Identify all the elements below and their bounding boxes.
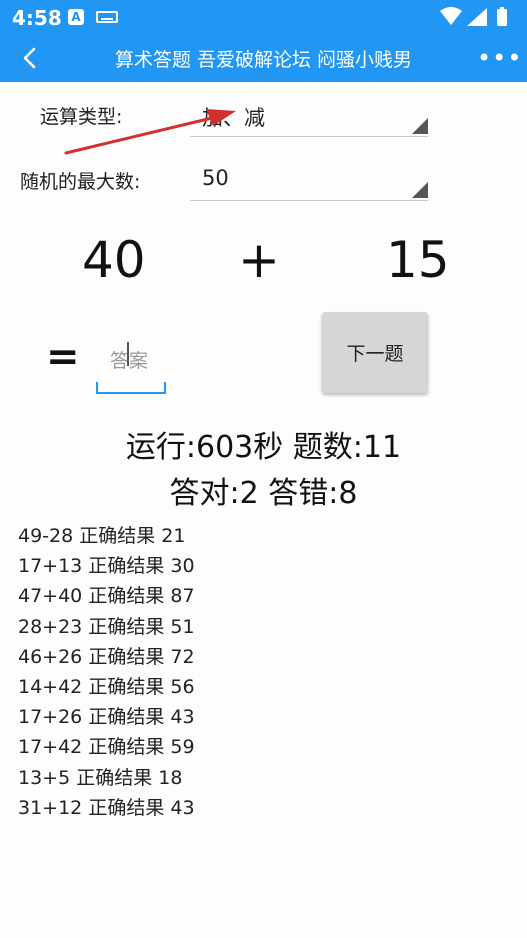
op-type-value: 加、减	[202, 106, 265, 130]
list-item: 13+5 正确结果 18	[18, 766, 183, 789]
status-bar: 4:58 A	[0, 0, 527, 34]
next-question-button[interactable]: 下一题	[322, 312, 428, 393]
dropdown-arrow-icon	[412, 182, 428, 198]
stats-correct-wrong: 答对:2 答错:8	[169, 476, 358, 511]
list-item: 17+42 正确结果 59	[18, 736, 195, 759]
text-caret	[127, 342, 129, 366]
list-item: 14+42 正确结果 56	[18, 675, 195, 698]
signal-icon	[467, 8, 487, 26]
list-item: 28+23 正确结果 51	[18, 615, 195, 638]
status-time: 4:58	[12, 6, 62, 30]
operand-left: 40	[82, 231, 146, 289]
max-number-spinner[interactable]: 50	[190, 160, 428, 201]
answer-history-list: 49-28 正确结果 21 17+13 正确结果 30 47+40 正确结果 8…	[18, 521, 195, 823]
status-icons	[440, 7, 507, 26]
list-item: 17+26 正确结果 43	[18, 706, 195, 729]
operator: +	[238, 231, 280, 289]
stats-runtime-count: 运行:603秒 题数:11	[125, 430, 402, 465]
list-item: 17+13 正确结果 30	[18, 555, 195, 578]
app-screen: 4:58 A 算术答题 吾爱破解论坛 闷骚小贱男 ••• 运算类型: 加、减 随…	[0, 0, 527, 938]
op-type-spinner[interactable]: 加、减	[190, 96, 428, 137]
list-item: 49-28 正确结果 21	[18, 525, 186, 547]
dropdown-arrow-icon	[412, 118, 428, 134]
op-type-label: 运算类型:	[40, 106, 123, 128]
keyboard-icon	[96, 11, 118, 23]
list-item: 31+12 正确结果 43	[18, 796, 195, 819]
battery-icon	[497, 9, 507, 26]
app-bar: 算术答题 吾爱破解论坛 闷骚小贱男 •••	[0, 34, 527, 82]
list-item: 46+26 正确结果 72	[18, 645, 195, 668]
equals-sign: =	[46, 334, 80, 380]
input-edge-right	[164, 382, 166, 394]
app-title: 算术答题 吾爱破解论坛 闷骚小贱男	[114, 49, 413, 71]
input-edge-left	[96, 382, 98, 394]
max-number-label: 随机的最大数:	[20, 171, 141, 193]
wifi-icon	[440, 7, 462, 25]
list-item: 47+40 正确结果 87	[18, 585, 195, 608]
operand-right: 15	[386, 231, 450, 289]
notification-a-icon: A	[68, 9, 84, 25]
back-chevron-left-icon[interactable]	[14, 42, 46, 74]
max-number-value: 50	[202, 166, 229, 190]
answer-input[interactable]	[96, 330, 166, 394]
more-dots-icon[interactable]: •••	[477, 42, 521, 74]
